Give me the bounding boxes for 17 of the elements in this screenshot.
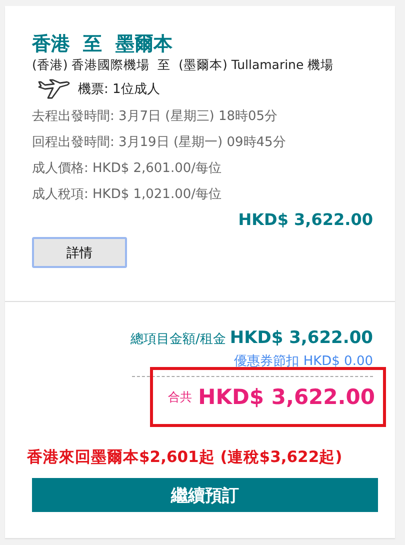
ticket-count: 機票: 1位成人 — [78, 81, 160, 98]
airports-text: (香港) 香港國際機場 至 (墨爾本) Tullamarine 機場 — [32, 56, 335, 74]
airplane-icon — [36, 78, 72, 100]
detail-row-text: 回程出發時間: 3月19日 (星期一) 09時45分 — [32, 134, 287, 152]
detail-row-text: 成人價格: HKD$ 2,601.00/每位 — [32, 160, 222, 178]
route-title: 香港 至 墨爾本 — [32, 32, 174, 56]
total-label: 合共 — [168, 388, 192, 406]
detail-row-text: 成人稅項: HKD$ 1,021.00/每位 — [32, 186, 222, 204]
fare-amount: HKD$ 3,622.00 — [230, 328, 373, 348]
detail-row-text: 去程出發時間: 3月7日 (星期三) 18時05分 — [32, 108, 279, 126]
details-button[interactable]: 詳情 — [32, 237, 127, 268]
coupon-discount: 優惠券節扣 HKD$ 0.00 — [233, 353, 373, 370]
total-amount: HKD$ 3,622.00 — [198, 385, 375, 409]
promo-text: 香港來回墨爾本$2,601起 (連稅$3,622起) — [27, 447, 344, 468]
subtotal-price: HKD$ 3,622.00 — [237, 210, 373, 229]
fare-label: 總項目金額/租金 — [130, 331, 226, 348]
continue-button[interactable]: 繼續預訂 — [32, 478, 378, 512]
